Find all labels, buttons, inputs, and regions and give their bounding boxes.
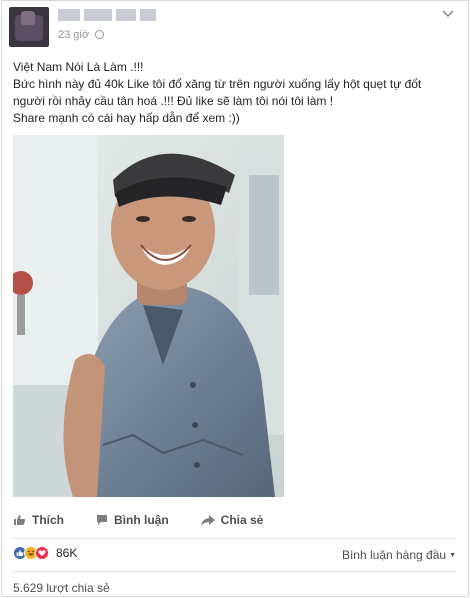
share-arrow-icon (200, 514, 215, 526)
thumb-up-icon (14, 515, 26, 525)
post-text: Việt Nam Nói Là Làm .!!! Bức hình này đủ… (13, 59, 465, 127)
post-actions: Thích Bình luận Chia sẻ (13, 513, 295, 527)
divider (13, 538, 457, 539)
post-photo[interactable] (13, 135, 284, 497)
divider (13, 571, 457, 572)
globe-icon (95, 30, 105, 39)
caret-down-icon: ▼ (449, 552, 456, 559)
post-text-line: người rồi nhảy cầu tân hoá .!!! Đủ like … (13, 94, 334, 108)
comment-icon (97, 515, 107, 525)
comments-sort-dropdown[interactable]: Bình luận hàng đầu ▼ (342, 548, 456, 562)
like-button[interactable]: Thích (13, 513, 64, 527)
post-text-line: Bức hình này đủ 40k Like tôi đổ xăng từ … (13, 77, 422, 91)
comment-button[interactable]: Bình luận (96, 513, 169, 527)
avatar[interactable] (9, 7, 49, 47)
post-text-line: Share mạnh có cái hay hấp dẫn để xem :)) (13, 111, 240, 125)
post-timestamp[interactable]: 23 giờ (58, 29, 105, 41)
post-card: 23 giờ Việt Nam Nói Là Làm .!!! Bức hình… (1, 0, 469, 597)
share-count[interactable]: 5.629 lượt chia sẻ (13, 581, 110, 595)
share-button[interactable]: Chia sẻ (200, 513, 263, 527)
post-text-line: Việt Nam Nói Là Làm .!!! (13, 60, 144, 74)
reaction-count[interactable]: 86K (56, 546, 77, 560)
love-icon (35, 546, 49, 560)
chevron-down-icon[interactable] (442, 9, 454, 21)
author-name-blurred[interactable] (58, 9, 156, 21)
reactions-summary[interactable]: 86K (13, 546, 77, 560)
